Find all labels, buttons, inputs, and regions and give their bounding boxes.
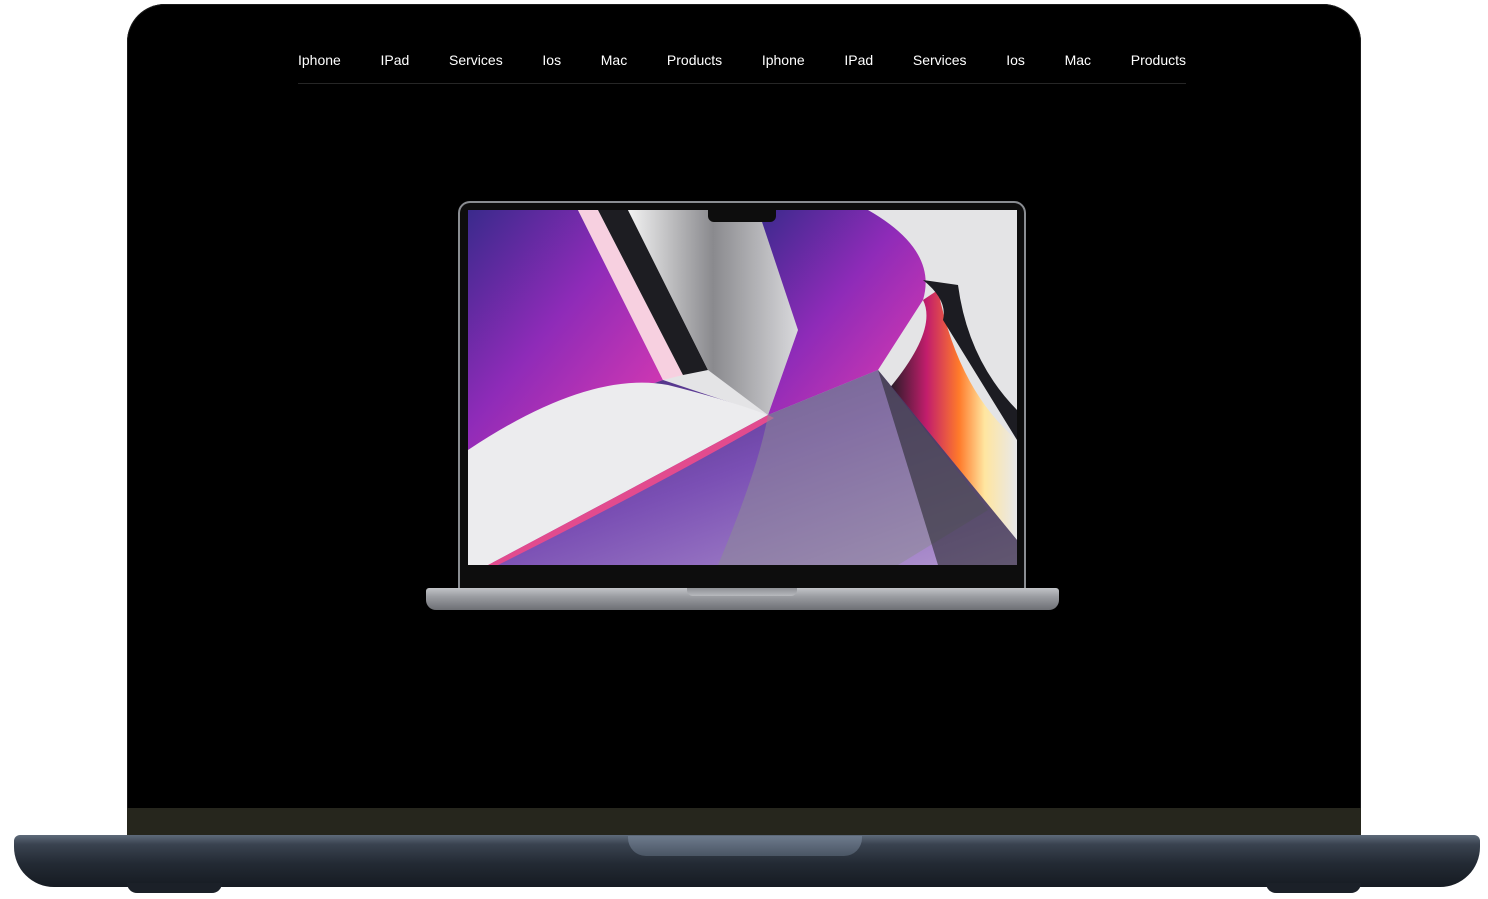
hero-macbook-wallpaper xyxy=(468,210,1017,565)
laptop-foot-left xyxy=(127,883,222,893)
laptop-frame: Iphone IPad Services Ios Mac Products Ip… xyxy=(0,0,1488,899)
nav-item-mac-2[interactable]: Mac xyxy=(1065,40,1091,83)
hero-macbook-base-notch xyxy=(687,588,797,596)
nav-item-iphone[interactable]: Iphone xyxy=(298,40,341,83)
hero-macbook-notch xyxy=(708,209,776,222)
nav-item-products-2[interactable]: Products xyxy=(1131,40,1186,83)
main-nav: Iphone IPad Services Ios Mac Products Ip… xyxy=(298,40,1186,84)
nav-item-iphone-2[interactable]: Iphone xyxy=(762,40,805,83)
laptop-screen-bezel xyxy=(127,808,1361,836)
laptop-base-notch xyxy=(628,836,862,856)
nav-item-ipad-2[interactable]: IPad xyxy=(844,40,873,83)
nav-item-ios-2[interactable]: Ios xyxy=(1006,40,1025,83)
nav-item-ipad[interactable]: IPad xyxy=(381,40,410,83)
nav-item-services[interactable]: Services xyxy=(449,40,503,83)
laptop-foot-right xyxy=(1266,883,1361,893)
nav-item-mac[interactable]: Mac xyxy=(601,40,627,83)
nav-item-products[interactable]: Products xyxy=(667,40,722,83)
nav-item-ios[interactable]: Ios xyxy=(542,40,561,83)
nav-item-services-2[interactable]: Services xyxy=(913,40,967,83)
